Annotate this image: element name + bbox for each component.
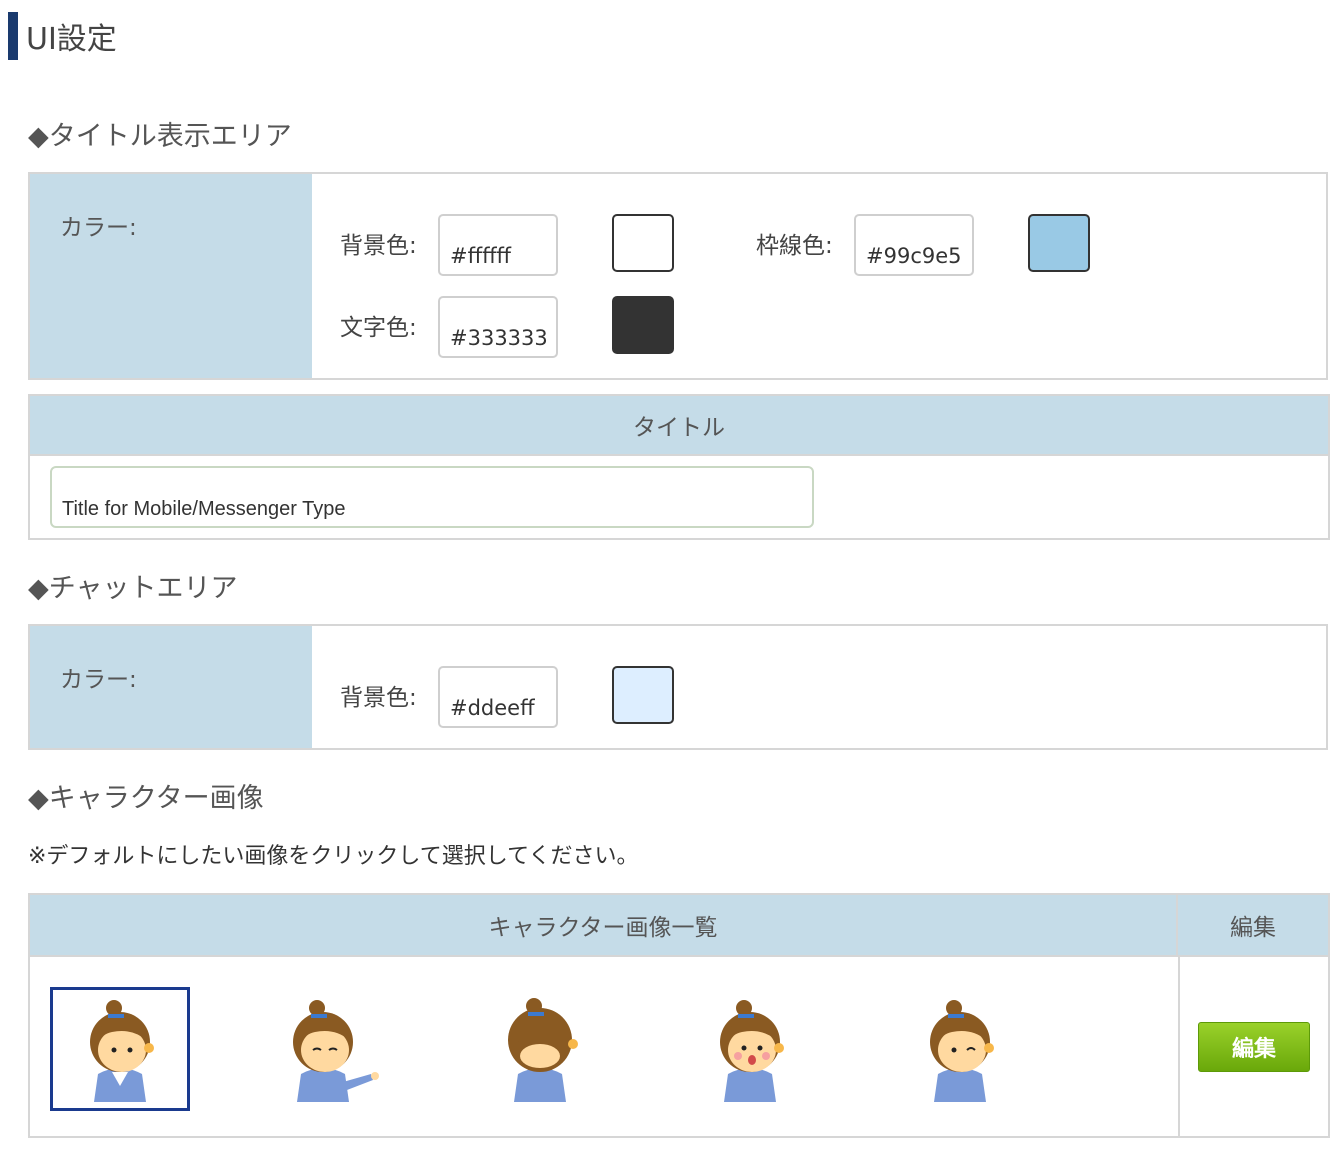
title-color-label: カラー: — [60, 215, 137, 241]
character-neutral-icon — [90, 1000, 154, 1102]
chat-bg-color-input[interactable] — [438, 666, 558, 728]
title-bg-color-input[interactable] — [438, 214, 558, 276]
title-border-color-input[interactable] — [854, 214, 974, 276]
character-table-divider — [1178, 957, 1180, 1136]
title-header: タイトル — [30, 396, 1328, 456]
title-text-color-input[interactable] — [438, 296, 558, 358]
title-bg-color-swatch[interactable] — [612, 214, 674, 272]
character-list-header: キャラクター画像一覧 — [30, 895, 1178, 955]
character-image-2[interactable] — [260, 987, 400, 1111]
character-heading: ◆キャラクター画像 — [28, 783, 264, 814]
character-pointing-icon — [293, 1000, 379, 1102]
page-title: UI設定 — [8, 12, 117, 60]
chat-area-heading: ◆チャットエリア — [28, 573, 238, 604]
chat-bg-label: 背景色: — [340, 685, 417, 711]
edit-button[interactable]: 編集 — [1198, 1022, 1310, 1072]
page-title-text: UI設定 — [26, 22, 117, 57]
title-border-label: 枠線色: — [756, 233, 833, 259]
character-image-3[interactable] — [470, 987, 610, 1111]
character-bowing-icon — [508, 998, 578, 1102]
chat-color-label-cell: カラー: — [30, 626, 312, 748]
title-text-label: 文字色: — [340, 315, 417, 341]
character-table: キャラクター画像一覧 編集 編集 — [28, 893, 1330, 1138]
title-border-color-swatch[interactable] — [1028, 214, 1090, 272]
character-surprised-icon — [720, 1000, 784, 1102]
chat-color-label: カラー: — [60, 667, 137, 693]
title-area-heading: ◆タイトル表示エリア — [28, 121, 292, 152]
character-smiling-icon — [930, 1000, 994, 1102]
title-text-color-swatch[interactable] — [612, 296, 674, 354]
character-table-header: キャラクター画像一覧 編集 — [30, 895, 1328, 957]
character-edit-header: 編集 — [1230, 915, 1276, 941]
title-color-label-cell: カラー: — [30, 174, 312, 378]
character-image-4[interactable] — [680, 987, 820, 1111]
character-note: ※デフォルトにしたい画像をクリックして選択してください。 — [28, 844, 639, 869]
chat-color-panel: カラー: 背景色: — [28, 624, 1328, 750]
title-bg-label: 背景色: — [340, 233, 417, 259]
title-panel: タイトル — [28, 394, 1330, 540]
character-image-5[interactable] — [890, 987, 1030, 1111]
title-input[interactable] — [50, 466, 814, 528]
chat-bg-color-swatch[interactable] — [612, 666, 674, 724]
title-color-panel: カラー: 背景色: 枠線色: 文字色: — [28, 172, 1328, 380]
character-image-1[interactable] — [50, 987, 190, 1111]
